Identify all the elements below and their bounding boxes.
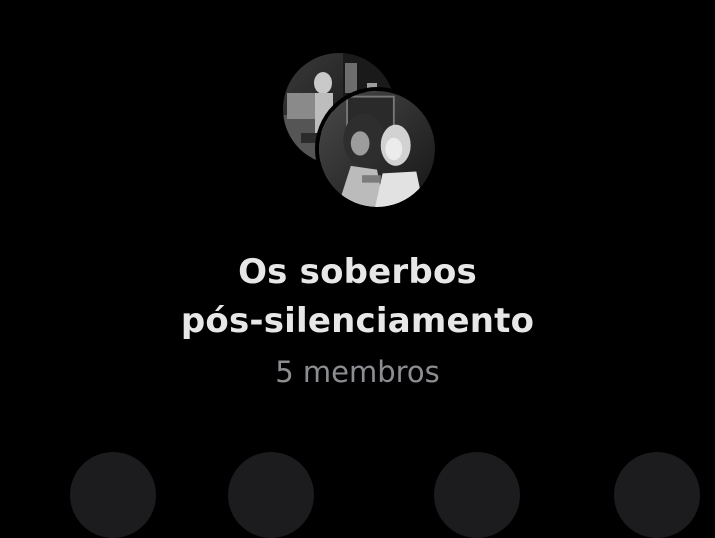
group-info-screen: Os soberbos pós-silenciamento 5 membros — [0, 0, 715, 538]
action-button[interactable] — [228, 452, 314, 538]
member-count[interactable]: 5 membros — [0, 352, 715, 392]
photo-avatar-icon — [319, 91, 435, 207]
action-button[interactable] — [614, 452, 700, 538]
group-avatar-stack[interactable] — [283, 53, 443, 213]
action-button[interactable] — [434, 452, 520, 538]
group-name-line-2: pós-silenciamento — [180, 301, 535, 341]
group-name: Os soberbos pós-silenciamento — [0, 248, 715, 346]
group-name-line-1: Os soberbos — [238, 252, 477, 292]
member-avatar-front — [315, 87, 439, 211]
action-button[interactable] — [70, 452, 156, 538]
action-row — [0, 452, 715, 538]
